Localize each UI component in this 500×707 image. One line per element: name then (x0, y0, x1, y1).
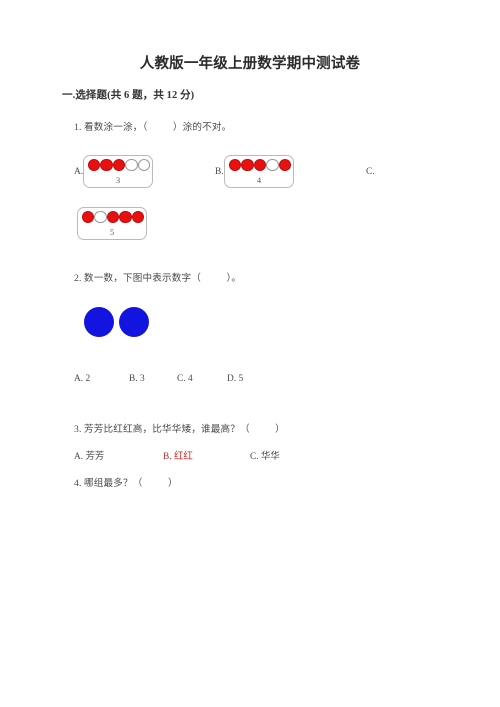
blue-circle-icon (84, 307, 114, 337)
question-1-stem: 1. 看数涂一涂，（ ）涂的不对。 (74, 122, 232, 133)
bead-red-icon (229, 159, 242, 172)
question-2-choices: A. 2 B. 3 C. 4 D. 5 (74, 374, 243, 384)
bead-white-icon (137, 159, 150, 172)
question-2-choice-b[interactable]: B. 3 (129, 374, 177, 384)
bead-row-c (82, 211, 144, 224)
question-1-option-b-label[interactable]: B. (215, 167, 224, 177)
question-2-choice-a[interactable]: A. 2 (74, 374, 129, 384)
question-1-option-a-label[interactable]: A. (74, 167, 83, 177)
question-1-option-a-number: 3 (115, 176, 121, 185)
page-title: 人教版一年级上册数学期中测试卷 (139, 56, 361, 72)
question-3-choices: A. 芳芳 B. 红红 C. 华华 (74, 448, 280, 462)
question-2-figure (78, 298, 155, 345)
bead-red-icon (119, 211, 132, 224)
bead-red-icon (106, 211, 120, 224)
bead-row-a (88, 159, 150, 172)
section-heading: 一.选择题(共 6 题，共 12 分) (62, 90, 195, 101)
question-4-stem: 4. 哪组最多？（ ） (74, 478, 178, 489)
bead-row-b (229, 159, 291, 172)
question-3-choice-c[interactable]: C. 华华 (250, 448, 280, 462)
worksheet-page: 人教版一年级上册数学期中测试卷 一.选择题(共 6 题，共 12 分) 1. 看… (0, 0, 500, 707)
bead-red-icon (112, 159, 126, 172)
bead-red-icon (100, 159, 113, 172)
bead-red-icon (278, 159, 291, 172)
bead-red-icon (253, 159, 267, 172)
bead-red-icon (131, 211, 144, 224)
bead-red-icon (88, 159, 101, 172)
question-1-option-c-number: 5 (109, 228, 115, 237)
bead-red-icon (241, 159, 254, 172)
question-2-choice-d[interactable]: D. 5 (227, 374, 243, 384)
question-2-choice-c[interactable]: C. 4 (177, 374, 227, 384)
question-3-choice-b[interactable]: B. 红红 (163, 448, 250, 462)
blue-circle-icon (119, 307, 149, 337)
bead-white-icon (266, 159, 279, 172)
bead-white-icon (94, 211, 107, 224)
question-1-option-b-number: 4 (256, 176, 262, 185)
question-1-option-a-box[interactable]: 3 (83, 155, 153, 188)
bead-white-icon (125, 159, 138, 172)
question-2-stem: 2. 数一数，下图中表示数字（ ）。 (74, 273, 242, 284)
question-3-stem: 3. 芳芳比红红高，比华华矮，谁最高？（ ） (74, 424, 285, 435)
question-1-option-c-label[interactable]: C. (366, 167, 375, 177)
question-1-option-c-box[interactable]: 5 (77, 207, 147, 240)
question-3-choice-a[interactable]: A. 芳芳 (74, 448, 163, 462)
bead-red-icon (82, 211, 95, 224)
question-1-option-b-box[interactable]: 4 (224, 155, 294, 188)
